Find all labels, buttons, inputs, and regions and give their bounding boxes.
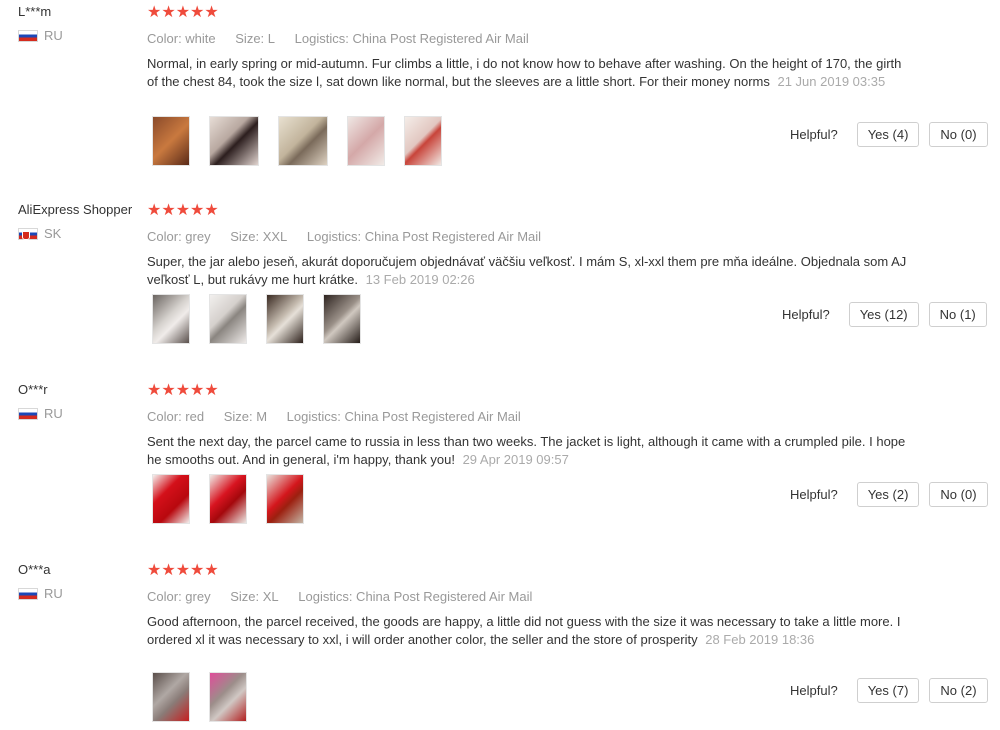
star-rating: ★★★★★	[147, 562, 219, 579]
review-photo[interactable]	[266, 294, 304, 344]
helpful-vote: Helpful? Yes (2) No (0)	[790, 482, 988, 507]
review-photo[interactable]	[278, 116, 328, 166]
star-rating: ★★★★★	[147, 4, 219, 21]
review-photo[interactable]	[209, 294, 247, 344]
helpful-yes-button[interactable]: Yes (12)	[848, 302, 919, 327]
russia-flag-icon	[18, 587, 38, 600]
reviewer-name: AliExpress Shopper	[18, 202, 133, 217]
review-text: Super, the jar alebo jeseň, akurát dopor…	[147, 253, 907, 289]
attr-logistics: Logistics: China Post Registered Air Mai…	[294, 31, 529, 46]
attr-color: Color: grey	[147, 589, 211, 604]
review-photo[interactable]	[347, 116, 385, 166]
photo-thumbnails	[152, 116, 461, 166]
review-text: Normal, in early spring or mid-autumn. F…	[147, 55, 907, 91]
review-photo[interactable]	[209, 474, 247, 524]
reviewer-country: RU	[18, 28, 63, 43]
country-code: RU	[44, 406, 63, 421]
review-photo[interactable]	[323, 294, 361, 344]
order-attributes: Color: red Size: M Logistics: China Post…	[147, 409, 537, 424]
attr-logistics: Logistics: China Post Registered Air Mai…	[306, 229, 542, 244]
helpful-label: Helpful?	[790, 127, 838, 142]
review-photo[interactable]	[209, 672, 247, 722]
helpful-no-button[interactable]: No (1)	[928, 302, 987, 327]
reviewer-country: RU	[18, 406, 63, 421]
order-attributes: Color: grey Size: XL Logistics: China Po…	[147, 589, 548, 604]
country-code: SK	[44, 226, 62, 241]
helpful-no-button[interactable]: No (0)	[929, 122, 988, 147]
review-date: 28 Feb 2019 18:36	[705, 632, 815, 647]
helpful-label: Helpful?	[782, 307, 830, 322]
attr-color: Color: red	[147, 409, 205, 424]
review-body: Super, the jar alebo jeseň, akurát dopor…	[147, 254, 907, 287]
helpful-vote: Helpful? Yes (7) No (2)	[790, 678, 988, 703]
helpful-label: Helpful?	[790, 683, 838, 698]
helpful-no-button[interactable]: No (2)	[929, 678, 988, 703]
helpful-no-button[interactable]: No (0)	[929, 482, 988, 507]
review-photo[interactable]	[152, 672, 190, 722]
review-text: Sent the next day, the parcel came to ru…	[147, 433, 907, 469]
photo-thumbnails	[152, 474, 323, 524]
helpful-yes-button[interactable]: Yes (2)	[856, 482, 920, 507]
review-date: 13 Feb 2019 02:26	[365, 272, 475, 287]
reviewer-name: O***a	[18, 562, 51, 577]
attr-size: Size: M	[223, 409, 268, 424]
order-attributes: Color: grey Size: XXL Logistics: China P…	[147, 229, 557, 244]
reviewer-name: L***m	[18, 4, 52, 19]
attr-size: Size: L	[235, 31, 276, 46]
review-text: Good afternoon, the parcel received, the…	[147, 613, 907, 649]
russia-flag-icon	[18, 29, 38, 42]
helpful-yes-button[interactable]: Yes (4)	[856, 122, 920, 147]
attr-logistics: Logistics: China Post Registered Air Mai…	[298, 589, 533, 604]
review-photo[interactable]	[152, 294, 190, 344]
review-photo[interactable]	[152, 116, 190, 166]
photo-thumbnails	[152, 294, 380, 344]
review-photo[interactable]	[152, 474, 190, 524]
review-photo[interactable]	[404, 116, 442, 166]
star-rating: ★★★★★	[147, 202, 219, 219]
attr-size: Size: XL	[230, 589, 279, 604]
helpful-label: Helpful?	[790, 487, 838, 502]
review-date: 29 Apr 2019 09:57	[462, 452, 569, 467]
russia-flag-icon	[18, 407, 38, 420]
attr-color: Color: white	[147, 31, 216, 46]
attr-color: Color: grey	[147, 229, 211, 244]
attr-logistics: Logistics: China Post Registered Air Mai…	[286, 409, 521, 424]
helpful-vote: Helpful? Yes (4) No (0)	[790, 122, 988, 147]
order-attributes: Color: white Size: L Logistics: China Po…	[147, 31, 545, 46]
review-photo[interactable]	[209, 116, 259, 166]
star-rating: ★★★★★	[147, 382, 219, 399]
reviewer-country: SK	[18, 226, 61, 241]
reviewer-name: O***r	[18, 382, 48, 397]
reviewer-country: RU	[18, 586, 63, 601]
photo-thumbnails	[152, 672, 266, 722]
review-date: 21 Jun 2019 03:35	[777, 74, 886, 89]
country-code: RU	[44, 28, 63, 43]
slovakia-flag-icon	[18, 227, 38, 240]
attr-size: Size: XXL	[230, 229, 288, 244]
country-code: RU	[44, 586, 63, 601]
helpful-yes-button[interactable]: Yes (7)	[856, 678, 920, 703]
review-photo[interactable]	[266, 474, 304, 524]
helpful-vote: Helpful? Yes (12) No (1)	[782, 302, 987, 327]
